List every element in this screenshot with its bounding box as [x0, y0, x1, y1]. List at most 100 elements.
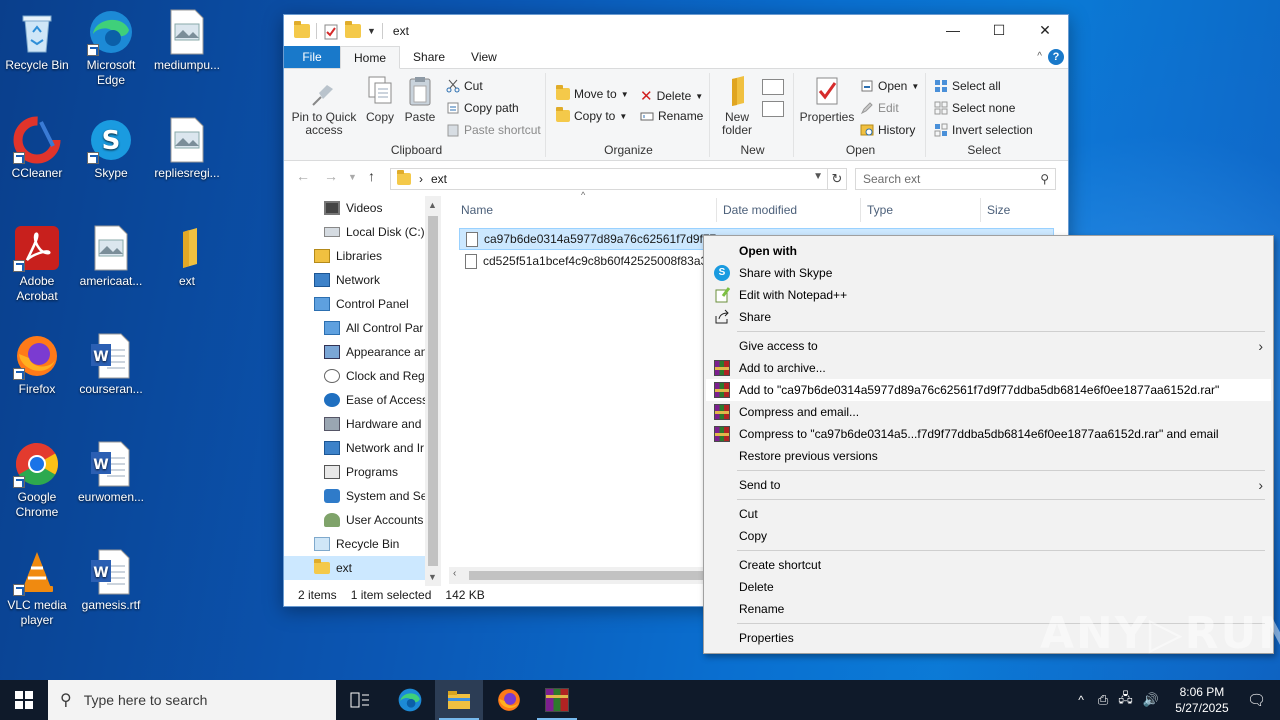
recent-locations-icon[interactable]: ▼ — [348, 172, 357, 182]
properties-check-icon[interactable] — [323, 24, 339, 40]
desktop-icon-eurwomen[interactable]: W eurwomen... — [74, 440, 148, 505]
title-bar[interactable]: ▼ ext — ☐ ✕ — [284, 15, 1068, 47]
new-folder-icon[interactable] — [345, 21, 361, 38]
desktop-icon-vlc[interactable]: VLC media player — [0, 548, 74, 628]
menu-item-notepadpp[interactable]: Edit with Notepad++ — [706, 284, 1271, 306]
desktop-icon-skype[interactable]: S Skype — [74, 116, 148, 181]
customize-qat-chevron-icon[interactable]: ▼ — [367, 26, 376, 36]
desktop-icon-recycle-bin[interactable]: Recycle Bin — [0, 8, 74, 73]
menu-item-share-skype[interactable]: S Share with Skype — [706, 262, 1271, 284]
address-bar[interactable]: › ext ▼ ↻ — [390, 168, 847, 190]
delete-button[interactable]: ✕ Delete ▼ — [640, 87, 703, 105]
help-icon[interactable]: ? — [1048, 49, 1064, 65]
cut-button[interactable]: Cut — [446, 79, 483, 93]
nav-item-appearance[interactable]: Appearance an — [324, 340, 427, 364]
desktop-icon-mediumpu[interactable]: mediumpu... — [150, 8, 224, 73]
copy-path-button[interactable]: Copy path — [446, 101, 519, 115]
paste-button[interactable]: Paste — [402, 75, 438, 124]
tab-share[interactable]: Share — [400, 46, 458, 68]
history-button[interactable]: History — [860, 123, 915, 137]
show-hidden-icons-icon[interactable]: ^ — [1078, 693, 1084, 707]
desktop-icon-adobe-acrobat[interactable]: Adobe Acrobat — [0, 224, 74, 304]
menu-item-share[interactable]: Share — [706, 306, 1271, 328]
menu-item-add-to-rar[interactable]: Add to "ca97b6de0314a5977d89a76c62561f7d… — [706, 379, 1271, 401]
taskbar-file-explorer[interactable] — [435, 680, 483, 720]
up-arrow-icon[interactable]: ↑ — [368, 168, 375, 184]
menu-item-cut[interactable]: Cut — [706, 503, 1271, 525]
tab-file[interactable]: File — [284, 46, 340, 68]
volume-icon[interactable]: 🔊 — [1143, 692, 1159, 708]
pin-quick-access-button[interactable]: Pin to Quick access — [290, 75, 358, 137]
breadcrumb-ext[interactable]: ext — [431, 172, 447, 186]
nav-item-all-control-panel[interactable]: All Control Par — [324, 316, 423, 340]
paste-shortcut-button[interactable]: Paste shortcut — [446, 123, 541, 137]
nav-item-system-security[interactable]: System and Sec — [324, 484, 433, 508]
search-input[interactable]: Search ext ⚲ — [855, 168, 1056, 190]
column-header-size[interactable]: Size — [981, 198, 1051, 222]
easy-access-icon[interactable] — [762, 101, 784, 117]
copy-to-button[interactable]: Copy to ▼ — [556, 107, 627, 123]
scroll-up-icon[interactable]: ▲ — [428, 200, 437, 210]
new-item-icon[interactable] — [762, 79, 784, 95]
nav-item-hardware[interactable]: Hardware and — [324, 412, 421, 436]
minimize-icon[interactable]: — — [930, 15, 976, 45]
nav-item-programs[interactable]: Programs — [324, 460, 398, 484]
column-header-date[interactable]: Date modified — [717, 198, 861, 222]
menu-item-restore-versions[interactable]: Restore previous versions — [706, 445, 1271, 467]
scroll-down-icon[interactable]: ▼ — [428, 572, 437, 582]
menu-item-open-with[interactable]: Open with — [706, 240, 1271, 262]
rename-button[interactable]: Rename — [640, 109, 703, 123]
start-button[interactable] — [0, 680, 48, 720]
move-to-button[interactable]: Move to ▼ — [556, 85, 629, 101]
nav-item-ext[interactable]: ext — [284, 556, 425, 580]
forward-arrow-icon[interactable]: → — [324, 168, 338, 184]
nav-scrollbar[interactable]: ▲ ▼ — [425, 196, 441, 586]
tab-home[interactable]: Home — [340, 46, 401, 69]
select-all-button[interactable]: Select all — [934, 79, 1001, 93]
taskbar-edge[interactable] — [386, 680, 434, 720]
invert-selection-button[interactable]: Invert selection — [934, 123, 1033, 137]
scroll-thumb[interactable] — [469, 571, 709, 580]
edit-button[interactable]: Edit — [860, 101, 899, 115]
column-header-type[interactable]: Type — [861, 198, 981, 222]
desktop-icon-ext-folder[interactable]: ext — [150, 224, 224, 289]
menu-item-delete[interactable]: Delete — [706, 576, 1271, 598]
taskbar-search-box[interactable]: ⚲ Type here to search — [48, 680, 336, 720]
collapse-ribbon-icon[interactable]: ^ — [1037, 51, 1042, 62]
desktop-icon-firefox[interactable]: Firefox — [0, 332, 74, 397]
properties-button[interactable]: Properties — [798, 75, 856, 124]
taskbar-firefox[interactable] — [485, 680, 533, 720]
notifications-icon[interactable]: 🗨 — [1247, 691, 1266, 709]
address-dropdown-icon[interactable]: ▼ — [813, 171, 823, 182]
nav-item-local-disk[interactable]: Local Disk (C:) — [324, 220, 425, 244]
device-icon[interactable]: ⎙ — [1098, 692, 1108, 708]
close-icon[interactable]: ✕ — [1022, 15, 1068, 45]
desktop-icon-chrome[interactable]: Google Chrome — [0, 440, 74, 520]
maximize-icon[interactable]: ☐ — [976, 15, 1022, 45]
scroll-thumb[interactable] — [428, 216, 438, 566]
column-header-name[interactable]: Name — [455, 198, 717, 222]
copy-button[interactable]: Copy — [360, 75, 400, 124]
desktop-icon-edge[interactable]: Microsoft Edge — [74, 8, 148, 88]
select-none-button[interactable]: Select none — [934, 101, 1015, 115]
task-view-button[interactable] — [336, 680, 384, 720]
nav-item-network[interactable]: Network — [314, 268, 380, 292]
clock[interactable]: 8:06 PM 5/27/2025 — [1167, 684, 1237, 716]
refresh-icon[interactable]: ↻ — [827, 168, 847, 190]
menu-item-copy[interactable]: Copy — [706, 525, 1271, 547]
nav-item-videos[interactable]: Videos — [324, 196, 382, 220]
menu-item-give-access[interactable]: Give access to › — [706, 335, 1271, 357]
menu-item-add-to-archive[interactable]: Add to archive... — [706, 357, 1271, 379]
desktop-icon-americaat[interactable]: americaat... — [74, 224, 148, 289]
horizontal-scrollbar[interactable]: ‹ — [449, 567, 719, 584]
desktop-icon-courseran[interactable]: W courseran... — [74, 332, 148, 397]
menu-item-create-shortcut[interactable]: Create shortcut — [706, 554, 1271, 576]
nav-item-clock[interactable]: Clock and Regi — [324, 364, 427, 388]
menu-item-send-to[interactable]: Send to › — [706, 474, 1271, 496]
menu-item-compress-email[interactable]: Compress and email... — [706, 401, 1271, 423]
open-button[interactable]: Open ▼ — [860, 79, 919, 93]
nav-item-recycle-bin[interactable]: Recycle Bin — [314, 532, 399, 556]
nav-item-ease-of-access[interactable]: Ease of Access — [324, 388, 428, 412]
desktop-icon-gamesis[interactable]: W gamesis.rtf — [74, 548, 148, 613]
nav-item-user-accounts[interactable]: User Accounts — [324, 508, 423, 532]
